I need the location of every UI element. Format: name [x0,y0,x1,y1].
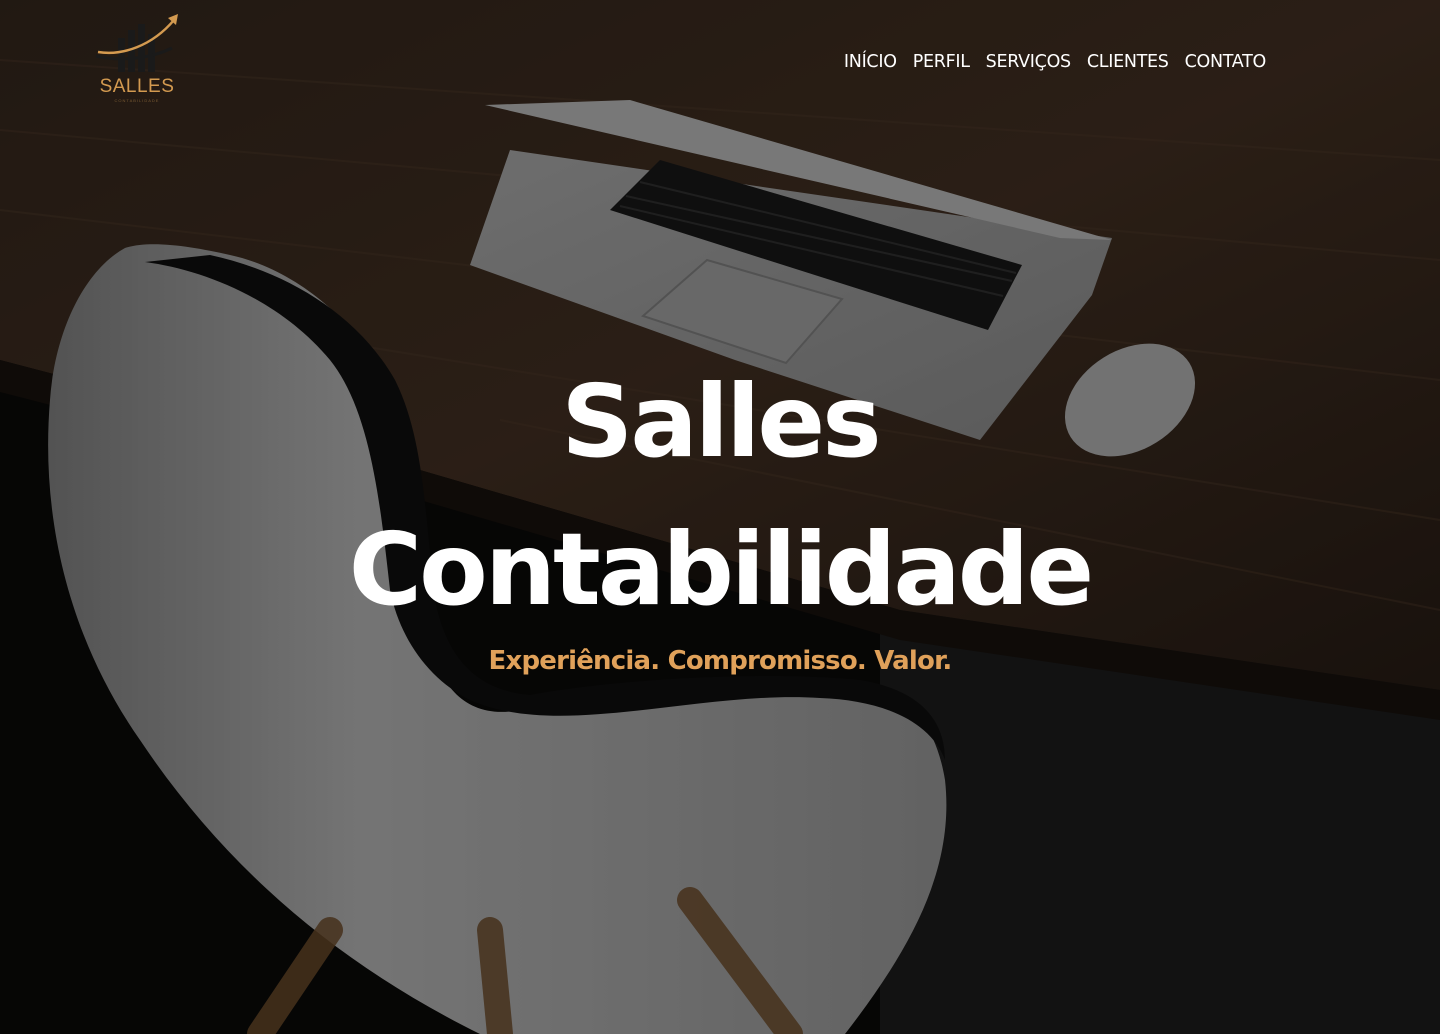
hero-title-line2: Contabilidade [348,511,1094,628]
growth-chart-icon [95,14,178,72]
hero-section: SALLES CONTABILIDADE INÍCIO PERFIL SERVI… [0,0,1440,1034]
logo-subtext: CONTABILIDADE [114,98,160,103]
hero-title-line1: Salles [561,363,881,480]
nav-link-clientes[interactable]: CLIENTES [1087,50,1169,74]
nav-link-contato[interactable]: CONTATO [1185,50,1267,74]
nav-link-servicos[interactable]: SERVIÇOS [986,50,1072,74]
hero-tagline: Experiência. Compromisso. Valor. [488,646,953,676]
brand-logo[interactable]: SALLES CONTABILIDADE [92,12,182,108]
main-navigation: INÍCIO PERFIL SERVIÇOS CLIENTES CONTATO [844,50,1266,74]
logo-wordmark: SALLES [99,76,175,97]
nav-link-perfil[interactable]: PERFIL [913,50,970,74]
nav-link-inicio[interactable]: INÍCIO [844,50,897,74]
